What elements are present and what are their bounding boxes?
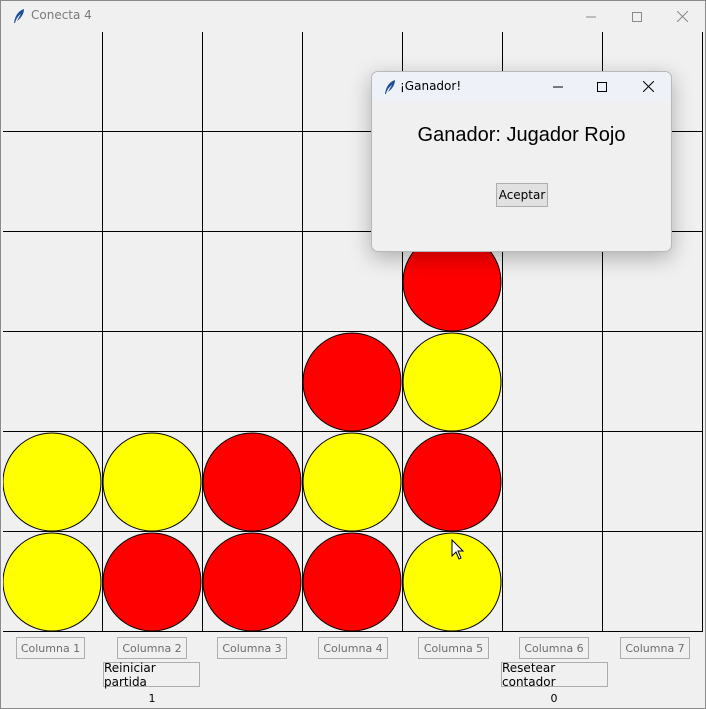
- minimize-icon: [553, 86, 563, 87]
- red-disc: [302, 332, 402, 432]
- column-6-button[interactable]: Columna 6: [519, 637, 589, 659]
- window-title: Conecta 4: [31, 8, 92, 22]
- feather-icon: [383, 79, 397, 95]
- winner-dialog: ¡Ganador! Ganador: Jugador Rojo Aceptar: [371, 71, 672, 252]
- yellow-disc: [3, 532, 102, 632]
- dialog-title-bar[interactable]: ¡Ganador!: [372, 72, 671, 101]
- yellow-disc: [102, 432, 202, 532]
- restart-game-button[interactable]: Reiniciar partida: [103, 661, 200, 689]
- dialog-title: ¡Ganador!: [400, 79, 462, 93]
- maximize-icon: [597, 81, 607, 92]
- title-bar[interactable]: Conecta 4: [1, 1, 705, 32]
- red-disc: [202, 432, 302, 532]
- dialog-minimize-button[interactable]: [536, 72, 580, 101]
- column-1-button[interactable]: Columna 1: [16, 637, 85, 659]
- column-5-button[interactable]: Columna 5: [418, 637, 489, 659]
- red-disc: [302, 532, 402, 632]
- yellow-disc: [402, 332, 502, 432]
- yellow-disc: [302, 432, 402, 532]
- close-icon: [642, 81, 654, 92]
- yellow-wins-counter: 0: [550, 692, 558, 705]
- accept-button[interactable]: Aceptar: [496, 183, 548, 207]
- close-button[interactable]: [659, 1, 705, 32]
- feather-icon: [12, 8, 26, 24]
- mouse-cursor-icon: [451, 538, 465, 565]
- minimize-button[interactable]: [568, 1, 614, 32]
- column-4-button[interactable]: Columna 4: [318, 637, 388, 659]
- dialog-close-button[interactable]: [626, 72, 670, 101]
- winner-message: Ganador: Jugador Rojo: [417, 124, 626, 146]
- maximize-button[interactable]: [614, 1, 660, 32]
- red-disc: [202, 532, 302, 632]
- reset-counter-button[interactable]: Resetear contador: [501, 661, 608, 689]
- red-wins-counter: 1: [148, 692, 156, 705]
- column-3-button[interactable]: Columna 3: [217, 637, 287, 659]
- maximize-icon: [632, 11, 642, 22]
- dialog-maximize-button[interactable]: [580, 72, 624, 101]
- column-7-button[interactable]: Columna 7: [620, 637, 690, 659]
- column-2-button[interactable]: Columna 2: [117, 637, 187, 659]
- yellow-disc: [3, 432, 102, 532]
- close-icon: [676, 11, 688, 22]
- red-disc: [102, 532, 202, 632]
- minimize-icon: [586, 16, 596, 17]
- red-disc: [402, 432, 502, 532]
